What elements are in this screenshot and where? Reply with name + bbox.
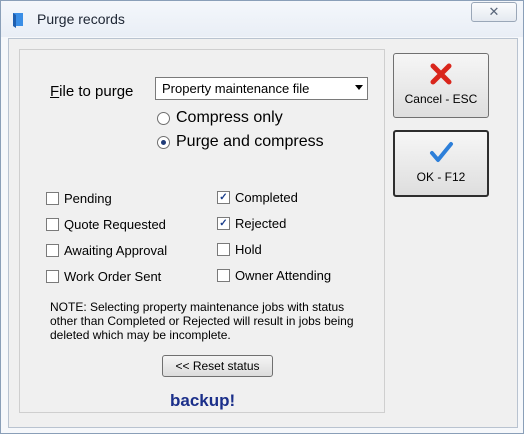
checkbox-work-order-sent[interactable]: Work Order Sent [46,269,161,284]
blue-check-icon [430,142,453,162]
cancel-button-label: Cancel - ESC [404,92,478,106]
checkbox-rejected[interactable]: ✓ Rejected [217,216,286,231]
purge-options-group: File to purge Property maintenance file … [19,49,385,413]
radio-compress-only[interactable]: Compress only [157,109,283,127]
checkbox-owner-attending[interactable]: Owner Attending [217,268,331,283]
close-icon: ✕ [488,4,500,19]
app-icon [13,13,23,28]
close-button[interactable]: ✕ [471,2,517,22]
radio-label: Purge and compress [176,133,324,150]
radio-label: Compress only [176,109,283,126]
radio-purge-and-compress[interactable]: Purge and compress [157,133,324,151]
radio-button[interactable] [157,135,170,149]
purge-note: NOTE: Selecting property maintenance job… [50,300,354,342]
dialog-body: File to purge Property maintenance file … [8,38,518,428]
checkbox[interactable] [46,244,59,257]
backup-text: backup! [170,391,236,410]
file-to-purge-label: File to purge [50,83,134,100]
checkbox-awaiting-approval[interactable]: Awaiting Approval [46,243,167,258]
checkbox[interactable] [217,269,230,282]
ok-button[interactable]: OK - F12 [393,130,489,197]
file-to-purge-dropdown[interactable]: Property maintenance file [155,77,368,100]
checkbox[interactable] [46,192,59,205]
red-x-icon [430,63,452,85]
checkbox[interactable] [46,270,59,283]
checkbox-checked[interactable]: ✓ [217,217,230,230]
reset-status-button[interactable]: << Reset status [162,355,273,377]
checkbox-hold[interactable]: Hold [217,242,262,257]
title-bar: Purge records ✕ [1,1,523,37]
checkbox-completed[interactable]: ✓ Completed [217,190,298,205]
chevron-down-icon [355,85,363,90]
checkbox-checked[interactable]: ✓ [217,191,230,204]
ok-button-label: OK - F12 [416,170,466,184]
cancel-button[interactable]: Cancel - ESC [393,53,489,118]
window-title: Purge records [37,11,125,27]
checkbox-pending[interactable]: Pending [46,191,112,206]
radio-button[interactable] [157,111,170,125]
checkbox[interactable] [46,218,59,231]
checkbox-quote-requested[interactable]: Quote Requested [46,217,166,232]
file-to-purge-value: Property maintenance file [162,81,310,96]
checkbox[interactable] [217,243,230,256]
purge-records-window: Purge records ✕ File to purge Property m… [0,0,524,434]
